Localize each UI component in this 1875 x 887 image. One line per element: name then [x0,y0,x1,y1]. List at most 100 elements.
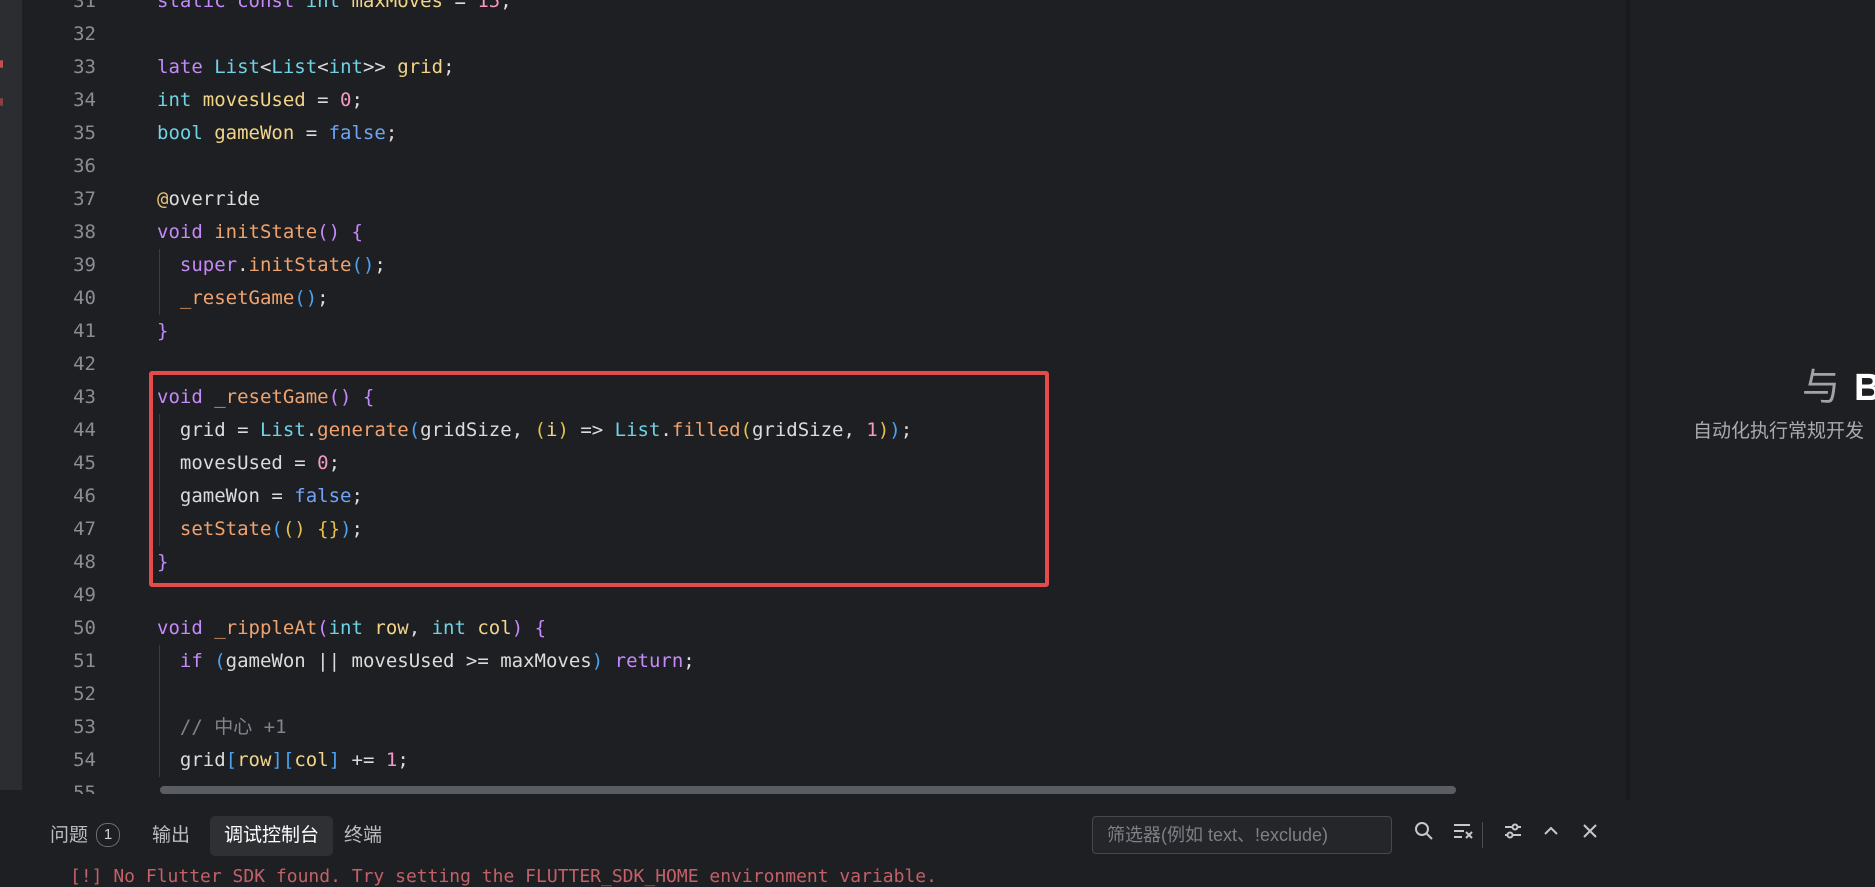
line-number: 48 [73,551,96,573]
close-icon[interactable] [1575,820,1605,850]
code-text: } [157,315,168,348]
line-number: 33 [73,56,96,78]
code-token: List [214,56,260,78]
code-line[interactable]: 54 grid[row][col] += 1; [26,744,1586,777]
code-token: } [157,320,169,342]
code-token: false [328,122,386,144]
code-token: int [328,617,375,639]
code-token: 1 [385,749,398,771]
code-token: const [237,0,306,12]
code-line[interactable]: 36 [26,150,1586,183]
code-token: ; [397,749,409,771]
line-number: 41 [73,320,96,342]
code-text: void _rippleAt(int row, int col) { [157,612,546,645]
code-token: void [157,221,215,243]
side-panel: 与B 自动化执行常规开发 [1630,0,1875,800]
code-line[interactable]: 40 _resetGame(); [26,282,1586,315]
chevron-up-icon[interactable] [1536,820,1566,850]
code-token: ][ [271,749,295,771]
code-token: ; [351,89,363,111]
code-text: super.initState(); [157,249,386,282]
line-number: 36 [73,155,96,177]
code-text: bool gameWon = false; [157,117,397,150]
horizontal-scrollbar-thumb[interactable] [160,786,1456,794]
code-token: ; [683,650,695,672]
tab-problems[interactable]: 问题 1 [36,816,134,856]
line-number: 34 [73,89,96,111]
code-token: >> [362,56,398,78]
code-token: ; [317,287,329,309]
activity-bar [0,0,22,790]
code-text: // 中心 +1 [157,711,287,744]
code-line[interactable]: 41} [26,315,1586,348]
tab-debug-console[interactable]: 调试控制台 [210,816,334,856]
code-token: // 中心 +1 [157,716,287,738]
code-token: if [179,650,215,672]
code-token: override [168,188,260,210]
code-text: int movesUsed = 0; [157,84,363,117]
code-token: List [271,56,318,78]
line-number: 52 [73,683,96,705]
code-token: += [340,749,386,771]
error-marker [0,98,3,106]
code-token: return [614,650,684,672]
settings-sliders-icon[interactable] [1498,820,1528,850]
horizontal-scrollbar[interactable] [160,786,1456,794]
code-token: , [408,617,432,639]
code-line[interactable]: 34 int movesUsed = 0; [26,84,1586,117]
code-token: ; [385,122,398,144]
code-token: grid [157,749,226,771]
code-line[interactable]: 32 [26,18,1586,51]
panel-toolbar-divider [1482,822,1483,848]
code-token: gameWon [214,122,295,144]
code-token: . [237,254,249,276]
code-line[interactable]: 35 bool gameWon = false; [26,117,1586,150]
code-token: col [477,617,512,639]
code-token: int [305,0,352,12]
clear-filter-icon[interactable] [1448,820,1478,850]
code-token: ) [591,650,604,672]
code-token: ; [500,0,512,12]
code-token: _resetGame [179,287,295,309]
code-token: ] [328,749,341,771]
code-token: < [259,56,272,78]
code-token: void [157,617,215,639]
side-panel-glyph: 与 [1802,367,1841,409]
line-number: 47 [73,518,96,540]
code-line[interactable]: 39 super.initState(); [26,249,1586,282]
code-token: int [328,56,363,78]
tab-terminal[interactable]: 终端 [330,816,396,856]
code-editor[interactable]: 31 static const int maxMoves = 15; 32 33 lat… [26,0,1626,794]
code-token: row [237,749,272,771]
line-number: 37 [73,188,96,210]
line-number: 42 [73,353,96,375]
tab-output[interactable]: 输出 [138,816,204,856]
code-token: ; [374,254,386,276]
line-number: 43 [73,386,96,408]
code-line[interactable]: 51 if (gameWon || movesUsed >= maxMoves)… [26,645,1586,678]
search-icon[interactable] [1409,820,1439,850]
code-token: ; [443,56,455,78]
filter-input[interactable] [1092,816,1392,854]
code-line[interactable]: 38 void initState() { [26,216,1586,249]
code-token: int [431,617,478,639]
line-number: 40 [73,287,96,309]
code-line[interactable]: 50 void _rippleAt(int row, int col) { [26,612,1586,645]
code-token: 0 [340,89,352,111]
code-line[interactable]: 31 static const int maxMoves = 15; [26,0,1586,18]
error-marker [0,60,3,68]
console-output-line: [!] No Flutter SDK found. Try setting th… [70,866,937,887]
line-number: 39 [73,254,96,276]
code-token: = [305,89,341,111]
code-text: grid[row][col] += 1; [157,744,409,777]
code-text: if (gameWon || movesUsed >= maxMoves) re… [157,645,695,678]
code-token: 15 [477,0,501,12]
code-line[interactable]: 33 late List<List<int>> grid; [26,51,1586,84]
code-token: col [294,749,329,771]
code-line[interactable]: 52 [26,678,1586,711]
code-line[interactable]: 37 @override [26,183,1586,216]
code-line[interactable]: 53 // 中心 +1 [26,711,1586,744]
